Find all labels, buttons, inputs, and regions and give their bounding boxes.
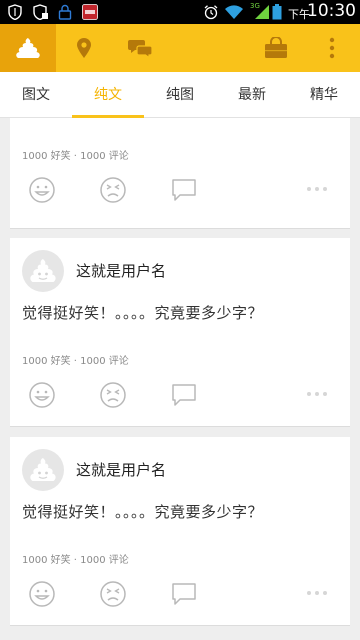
- username[interactable]: 这就是用户名: [76, 459, 166, 480]
- list-item[interactable]: 这就是用户名 觉得挺好笑！。。。。究竟要多少字？ 1000 好笑 · 1000 …: [10, 238, 350, 427]
- poop-home-icon: [16, 38, 40, 58]
- smile-icon[interactable]: [28, 580, 56, 608]
- location-pin-icon: [77, 38, 91, 58]
- avatar-poop-icon: [30, 259, 56, 282]
- tab-zuixin[interactable]: 最新: [216, 72, 288, 118]
- post-content: 觉得挺好笑！。。。。究竟要多少字？: [22, 304, 264, 322]
- smile-icon[interactable]: [28, 176, 56, 204]
- home-button[interactable]: [0, 24, 56, 72]
- comment-icon[interactable]: [170, 381, 198, 409]
- dislike-face-icon[interactable]: [99, 580, 127, 608]
- chat-bubbles-icon: [128, 40, 153, 58]
- lock-icon: [58, 4, 72, 20]
- more-dots-icon[interactable]: [306, 391, 328, 397]
- comment-icon[interactable]: [170, 176, 198, 204]
- card-stats: 1000 好笑 · 1000 评论: [22, 151, 129, 162]
- card-actions: [10, 176, 350, 208]
- comment-icon[interactable]: [170, 580, 198, 608]
- category-tabs: 图文 纯文 纯图 最新 精华: [0, 72, 360, 118]
- alarm-icon: [204, 5, 218, 20]
- shopping-bag-icon: [265, 37, 287, 58]
- more-dots-icon[interactable]: [306, 186, 328, 192]
- battery-icon: [272, 4, 282, 20]
- dislike-face-icon[interactable]: [99, 176, 127, 204]
- card-stats: 1000 好笑 · 1000 评论: [22, 555, 129, 566]
- post-content: 觉得挺好笑！。。。。究竟要多少字？: [22, 503, 264, 521]
- location-button[interactable]: [60, 24, 108, 72]
- status-time: 10:30: [307, 1, 356, 21]
- tab-chunwen[interactable]: 纯文: [72, 72, 144, 118]
- more-menu-button[interactable]: [308, 24, 356, 72]
- smile-icon[interactable]: [28, 381, 56, 409]
- list-item[interactable]: 1000 好笑 · 1000 评论: [10, 118, 350, 229]
- card-actions: [10, 580, 350, 612]
- red-app-icon: [82, 4, 98, 20]
- more-vertical-icon: [329, 37, 335, 59]
- wifi-icon: [225, 5, 243, 19]
- avatar[interactable]: [22, 449, 64, 491]
- status-bar: 3G 下午 10:30: [0, 0, 360, 24]
- signal-icon: [255, 5, 269, 19]
- shop-button[interactable]: [252, 24, 300, 72]
- tab-tuwen[interactable]: 图文: [0, 72, 72, 118]
- username[interactable]: 这就是用户名: [76, 260, 166, 281]
- chat-button[interactable]: [116, 24, 164, 72]
- dislike-face-icon[interactable]: [99, 381, 127, 409]
- tab-chuntu[interactable]: 纯图: [144, 72, 216, 118]
- card-stats: 1000 好笑 · 1000 评论: [22, 356, 129, 367]
- card-actions: [10, 381, 350, 413]
- avatar-poop-icon: [30, 458, 56, 481]
- avatar[interactable]: [22, 250, 64, 292]
- shield-icon: [8, 4, 22, 20]
- app-bar: [0, 24, 360, 72]
- feed-list[interactable]: 1000 好笑 · 1000 评论 这就是用户名 觉得挺好笑！。。。。究竟要多少…: [0, 118, 360, 640]
- list-item[interactable]: 这就是用户名 觉得挺好笑！。。。。究竟要多少字？ 1000 好笑 · 1000 …: [10, 437, 350, 626]
- shield-lock-icon: [33, 4, 48, 20]
- more-dots-icon[interactable]: [306, 590, 328, 596]
- tab-jinghua[interactable]: 精华: [288, 72, 360, 118]
